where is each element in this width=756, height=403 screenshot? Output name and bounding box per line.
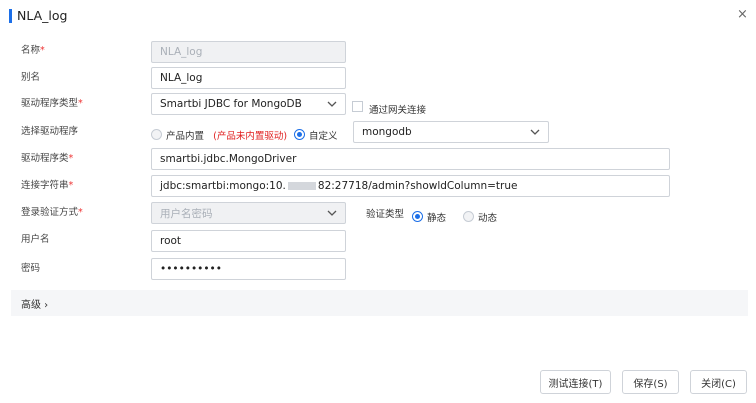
static-radio[interactable] [412,211,423,222]
static-radio-label: 静态 [427,212,447,224]
driver-type-label: 驱动程序类型* [21,98,83,109]
chevron-down-icon [327,101,337,107]
custom-radio-group[interactable]: 自定义 [294,124,338,143]
chevron-down-icon [327,210,337,216]
auth-method-label: 登录验证方式* [21,207,83,218]
title-accent-bar [9,8,12,23]
name-label: 名称* [21,45,45,56]
close-icon[interactable]: × [737,7,748,22]
builtin-radio-label: 产品内置 [166,130,205,142]
dialog-title: NLA_log [17,8,68,23]
save-button[interactable]: 保存(S) [622,370,679,394]
verify-type-label: 验证类型 [366,209,405,220]
conn-string-input[interactable]: jdbc:smartbi:mongo:10. 82:27718/admin?sho… [151,175,670,197]
custom-radio[interactable] [294,129,305,140]
dynamic-radio[interactable] [463,211,474,222]
alias-label: 别名 [21,72,41,83]
select-driver-label: 选择驱动程序 [21,126,79,137]
builtin-radio[interactable] [151,129,162,140]
dialog-title-bar: NLA_log [9,8,67,23]
gateway-label: 通过网关连接 [369,105,427,116]
custom-driver-select[interactable]: mongodb [353,121,549,143]
redacted-mask [287,182,316,190]
password-label: 密码 [21,263,41,274]
username-input[interactable]: root [151,230,346,252]
username-label: 用户名 [21,234,50,245]
driver-class-input[interactable]: smartbi.jdbc.MongoDriver [151,148,670,170]
chevron-down-icon [530,129,540,135]
custom-radio-label: 自定义 [309,130,338,142]
name-input: NLA_log [151,41,346,63]
close-button[interactable]: 关闭(C) [690,370,747,394]
driver-type-select[interactable]: Smartbi JDBC for MongoDB [151,93,346,115]
dynamic-radio-label: 动态 [478,212,498,224]
auth-method-select: 用户名密码 [151,202,346,224]
dynamic-radio-group[interactable]: 动态 [463,206,497,225]
static-radio-group[interactable]: 静态 [412,206,446,225]
password-input[interactable]: •••••••••• [151,258,346,280]
gateway-checkbox[interactable] [352,97,363,116]
advanced-section-toggle[interactable]: 高级 › [11,290,748,316]
test-connection-button[interactable]: 测试连接(T) [540,370,611,394]
driver-class-label: 驱动程序类* [21,153,74,164]
builtin-warning-note: (产品未内置驱动) [213,130,288,142]
builtin-radio-group[interactable]: 产品内置 (产品未内置驱动) [151,124,287,143]
conn-string-label: 连接字符串* [21,180,74,191]
alias-input[interactable]: NLA_log [151,67,346,89]
